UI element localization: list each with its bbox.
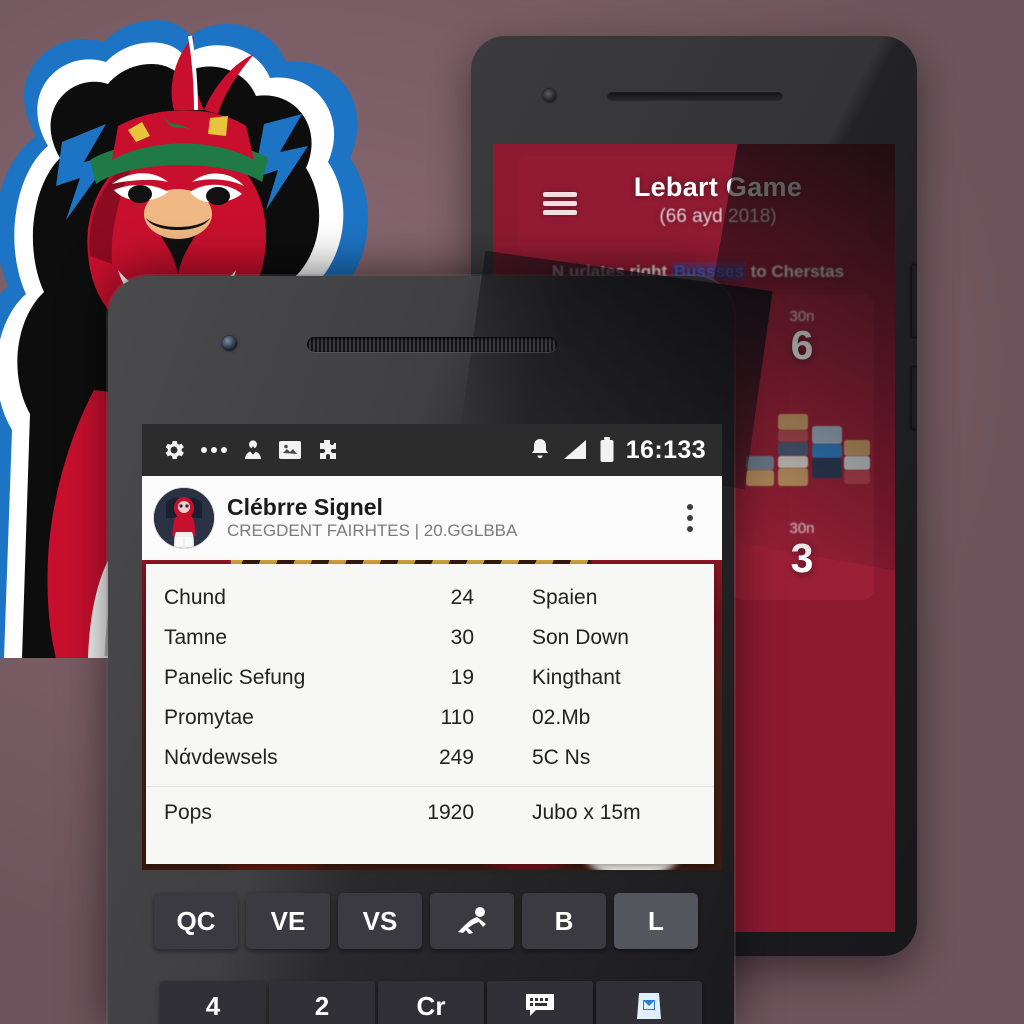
banner-text-after: to Cherstas [750,262,845,281]
token-chip [812,444,842,458]
front-phone-front-camera [222,336,237,351]
row-label: Tamne [164,626,228,649]
token-chip [778,456,808,468]
status-bar: 16:133 [142,424,722,476]
avatar[interactable] [154,488,214,548]
profile-meta: CREGDENT FAIRHTES | 20.GGLBBA [227,521,518,541]
row-note: Spaien [532,586,598,609]
back-phone-title: Lebart Game [633,172,803,202]
table-rows: Chund 24 Spaien Tamne 30 Son Down Paneli… [146,564,714,778]
screenshot-canvas: Lebart Game (66 ayd 2018) N urlates righ… [0,0,1024,1024]
back-phone-subtitle: (66 ayd 2018) [659,206,777,227]
action-button-l[interactable]: L [614,893,698,949]
token-chip [778,442,808,456]
token-chip [844,440,870,456]
action-button-row-secondary: 4 2 Cr [160,981,702,1024]
token-chip [844,456,870,470]
token-chip [812,458,842,478]
profile-name: Clébrre Signel [227,493,383,520]
row-note: Kingthant [532,666,621,689]
status-bar-right-icons: 16:133 [529,436,722,465]
gear-icon[interactable] [161,437,187,463]
hamburger-menu-icon[interactable] [543,192,577,215]
table-row[interactable]: Nάvdewsels 249 5C Ns [146,738,714,778]
profile-text-block: Clébrre Signel CREGDENT FAIRHTES | 20.GG… [227,493,668,542]
action-button-4[interactable]: 4 [160,981,266,1024]
row-label: Chund [164,586,226,609]
row-note: 5C Ns [532,746,591,769]
action-button-cr[interactable]: Cr [378,981,484,1024]
action-button-ve[interactable]: VE [246,893,330,949]
back-phone-power-button[interactable] [911,366,917,430]
more-dots-icon[interactable] [200,444,228,456]
notification-bell-icon[interactable] [529,438,551,462]
row-value: 30 [450,626,474,649]
row-value: 19 [450,666,474,689]
profile-header: Clébrre Signel CREGDENT FAIRHTES | 20.GG… [142,476,722,560]
front-phone-earpiece-speaker [307,337,557,352]
total-note: Jubo x 15m [532,801,641,824]
action-button-vs[interactable]: VS [338,893,422,949]
status-bar-clock: 16:133 [625,435,706,464]
row-label: Nάvdewsels [164,746,278,769]
table-row[interactable]: Panelic Sefung 19 Kingthant [146,658,714,698]
table-row[interactable]: Tamne 30 Son Down [146,618,714,658]
mail-app-icon[interactable] [596,981,702,1024]
data-card: Chund 24 Spaien Tamne 30 Son Down Paneli… [146,564,714,864]
back-phone-earpiece-speaker [607,91,783,101]
back-phone-front-camera [543,89,556,102]
token-chip [746,456,774,470]
signal-bars-icon[interactable] [562,439,588,461]
total-value: 1920 [427,801,474,824]
table-row[interactable]: Promytae 110 02.Mb [146,698,714,738]
row-note: 02.Mb [532,706,591,729]
token-chip [778,430,808,442]
keyboard-chat-icon[interactable] [487,981,593,1024]
action-button-row-primary: QC VE VS B L [154,893,698,949]
table-total-row[interactable]: Pops 1920 Jubo x 15m [146,787,714,839]
token-chip [778,468,808,486]
row-value: 24 [450,586,474,609]
kebab-menu-icon[interactable] [668,504,712,532]
action-button-qc[interactable]: QC [154,893,238,949]
score-card-bottom-value: 3 [790,535,814,581]
row-note: Son Down [532,626,629,649]
token-chip [778,414,808,430]
row-value: 110 [440,706,474,729]
score-card-token-group [746,412,870,492]
running-person-icon[interactable] [430,893,514,949]
token-chip [812,426,842,444]
battery-icon[interactable] [599,437,615,463]
total-label: Pops [164,801,212,824]
puzzle-icon[interactable] [315,438,339,462]
status-bar-left-icons [142,437,339,463]
person-download-icon[interactable] [241,438,265,462]
token-chip [844,470,870,484]
row-label: Promytae [164,706,254,729]
image-icon[interactable] [278,439,302,461]
action-button-2[interactable]: 2 [269,981,375,1024]
row-value: 249 [438,746,474,769]
token-chip [746,470,774,486]
table-row[interactable]: Chund 24 Spaien [146,578,714,618]
row-label: Panelic Sefung [164,666,306,689]
back-phone-volume-button[interactable] [911,264,917,338]
action-button-b[interactable]: B [522,893,606,949]
